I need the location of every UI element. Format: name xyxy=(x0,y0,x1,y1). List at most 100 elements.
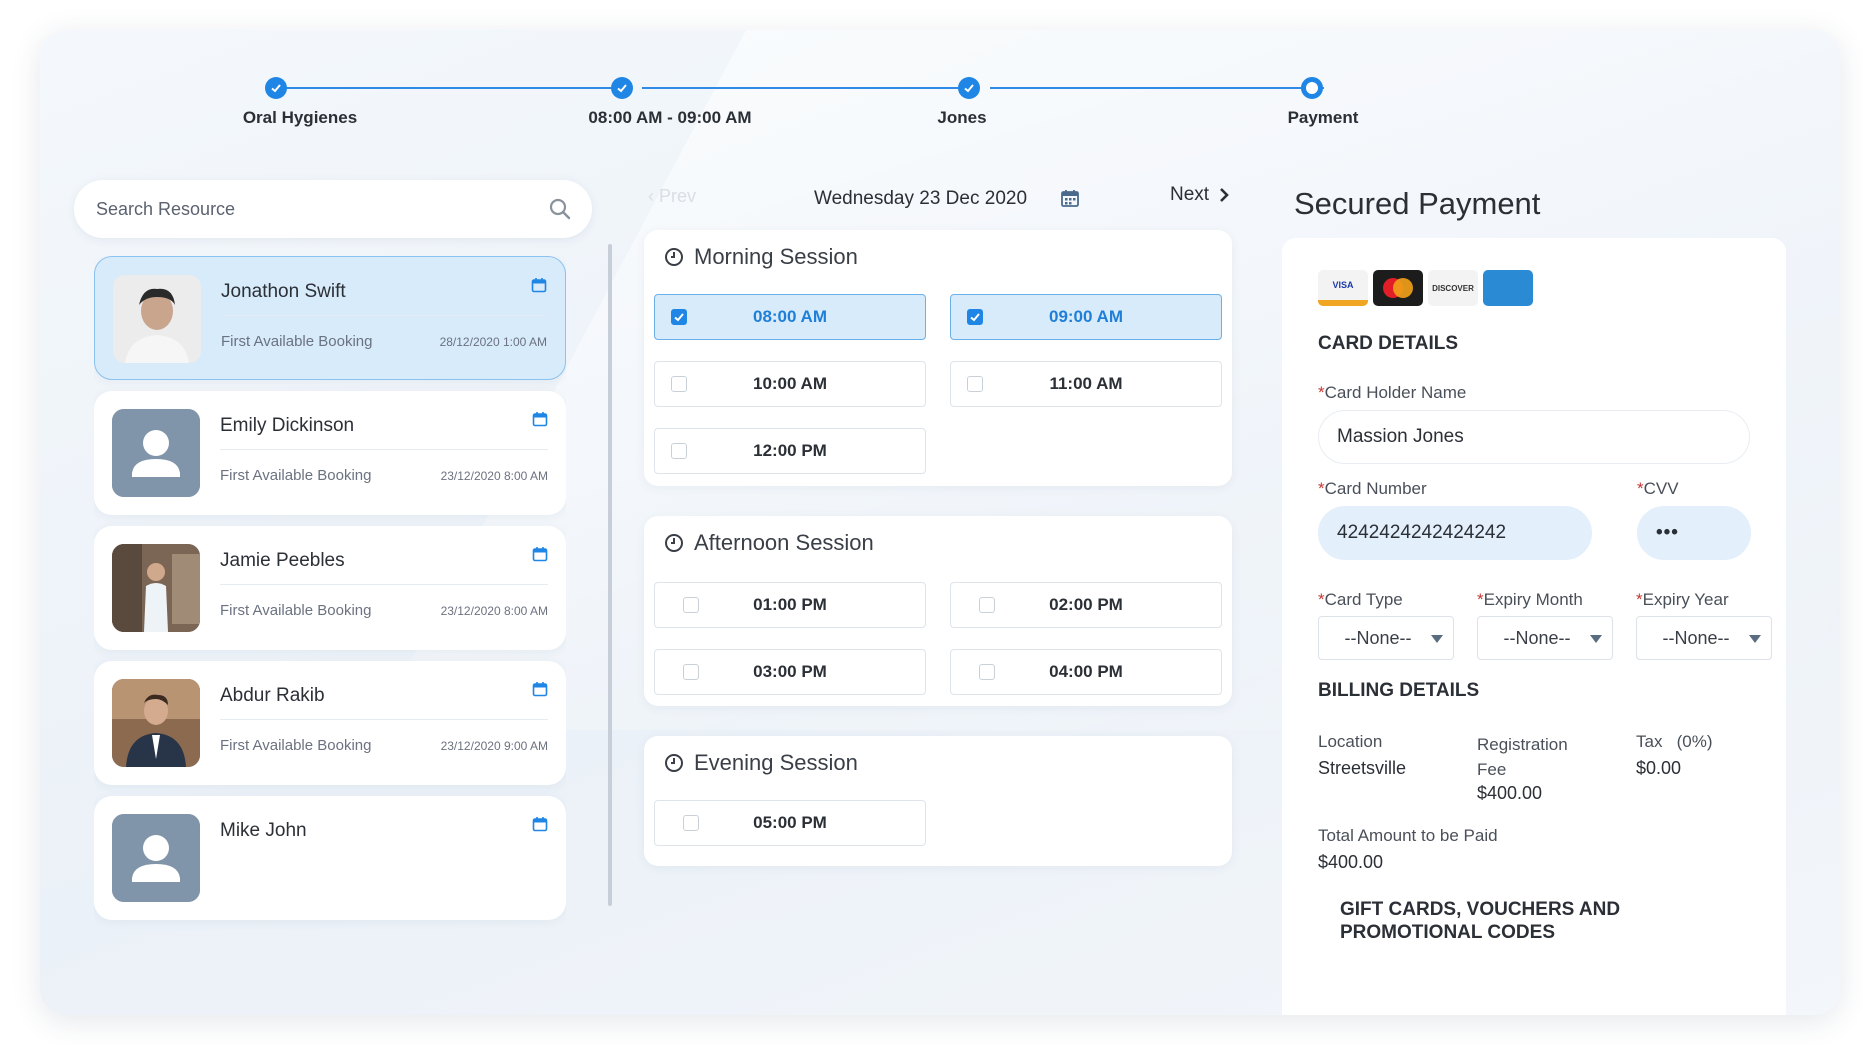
slot-checkbox[interactable] xyxy=(683,664,699,680)
resource-availability-date: 23/12/2020 9:00 AM xyxy=(440,739,548,753)
step-1-check-icon[interactable] xyxy=(265,77,287,99)
selected-date: Wednesday 23 Dec 2020 xyxy=(814,188,1028,209)
time-slot-0800am[interactable]: 08:00 AM xyxy=(654,294,926,340)
time-slot-0100pm[interactable]: 01:00 PM xyxy=(654,582,926,628)
step-label-time: 08:00 AM - 09:00 AM xyxy=(588,108,752,127)
time-slot-1000am[interactable]: 10:00 AM xyxy=(654,361,926,407)
next-button[interactable]: Next xyxy=(1170,184,1229,206)
card-holder-input[interactable]: Massion Jones xyxy=(1318,410,1750,464)
clock-icon xyxy=(665,534,683,552)
avatar xyxy=(113,275,201,363)
resource-card-emily-dickinson[interactable]: Emily Dickinson First Available Booking … xyxy=(94,391,566,515)
slot-time: 12:00 PM xyxy=(753,441,827,460)
calendar-icon[interactable] xyxy=(532,681,548,697)
slot-checkbox[interactable] xyxy=(683,597,699,613)
session-title: Afternoon Session xyxy=(664,530,874,556)
slot-time: 10:00 AM xyxy=(752,374,827,393)
divider xyxy=(220,584,548,585)
person-photo-icon xyxy=(113,275,201,363)
chevron-right-icon xyxy=(1220,188,1229,202)
expiry-year-label: *Expiry Year xyxy=(1636,590,1729,609)
resource-availability-label: First Available Booking xyxy=(220,467,372,484)
expiry-month-value: --None-- xyxy=(1503,627,1571,648)
slot-time: 02:00 PM xyxy=(1049,595,1123,614)
session-title: Evening Session xyxy=(664,750,858,776)
slot-checkbox[interactable] xyxy=(979,664,995,680)
resource-list-scrollbar[interactable] xyxy=(608,244,612,906)
step-3-check-icon[interactable] xyxy=(958,77,980,99)
session-title-text: Evening Session xyxy=(694,750,858,775)
avatar xyxy=(112,544,200,632)
card-number-label: *Card Number xyxy=(1318,479,1427,498)
expiry-month-select[interactable]: --None-- xyxy=(1477,616,1613,660)
time-slot-0300pm[interactable]: 03:00 PM xyxy=(654,649,926,695)
card-details-heading: CARD DETAILS xyxy=(1318,333,1459,354)
discover-logo-icon: DISCOVER xyxy=(1428,270,1478,306)
resource-name: Abdur Rakib xyxy=(220,685,325,706)
cvv-input[interactable]: ••• xyxy=(1637,506,1751,560)
time-slot-1100am[interactable]: 11:00 AM xyxy=(950,361,1222,407)
slot-time: 04:00 PM xyxy=(1049,662,1123,681)
billing-details-heading: BILLING DETAILS xyxy=(1318,680,1480,701)
calendar-icon[interactable] xyxy=(531,277,547,293)
session-title: Morning Session xyxy=(664,244,858,270)
card-type-label: *Card Type xyxy=(1318,590,1403,609)
person-photo-icon xyxy=(112,544,200,632)
calendar-icon[interactable] xyxy=(532,546,548,562)
resource-card-abdur-rakib[interactable]: Abdur Rakib First Available Booking 23/1… xyxy=(94,661,566,785)
slot-checkbox[interactable] xyxy=(967,309,983,325)
resource-availability-label: First Available Booking xyxy=(221,333,373,350)
chevron-down-icon xyxy=(1749,635,1761,643)
resource-card-jamie-peebles[interactable]: Jamie Peebles First Available Booking 23… xyxy=(94,526,566,650)
card-holder-label: *Card Holder Name xyxy=(1318,383,1467,402)
registration-fee-value: $400.00 xyxy=(1477,783,1543,803)
time-slot-1200pm[interactable]: 12:00 PM xyxy=(654,428,926,474)
slot-checkbox[interactable] xyxy=(671,309,687,325)
avatar xyxy=(112,679,200,767)
slot-time: 11:00 AM xyxy=(1049,374,1123,393)
tax-value: $0.00 xyxy=(1636,758,1682,778)
cvv-label: *CVV xyxy=(1637,479,1679,498)
slot-checkbox[interactable] xyxy=(979,597,995,613)
avatar xyxy=(112,409,200,497)
slot-checkbox[interactable] xyxy=(671,443,687,459)
calendar-icon[interactable] xyxy=(532,411,548,427)
gift-cards-heading[interactable]: GIFT CARDS, VOUCHERS AND PROMOTIONAL COD… xyxy=(1340,898,1640,944)
prev-button[interactable]: ‹ Prev xyxy=(648,186,696,207)
expiry-year-value: --None-- xyxy=(1662,627,1730,648)
user-placeholder-icon xyxy=(112,814,200,902)
slot-checkbox[interactable] xyxy=(671,376,687,392)
visa-logo-icon: VISA xyxy=(1318,270,1368,306)
step-label-payment: Payment xyxy=(1287,108,1359,127)
resource-availability-label: First Available Booking xyxy=(220,737,372,754)
slot-time: 05:00 PM xyxy=(753,813,827,832)
prev-label: Prev xyxy=(659,186,697,206)
search-input[interactable]: Search Resource xyxy=(74,180,592,238)
card-type-select[interactable]: --None-- xyxy=(1318,616,1454,660)
divider xyxy=(221,315,547,316)
resource-card-jonathon-swift[interactable]: Jonathon Swift First Available Booking 2… xyxy=(94,256,566,380)
resource-card-mike-john[interactable]: Mike John xyxy=(94,796,566,920)
time-slot-0900am[interactable]: 09:00 AM xyxy=(950,294,1222,340)
step-4-current-icon[interactable] xyxy=(1301,77,1323,99)
search-icon[interactable] xyxy=(548,197,572,221)
amex-logo-icon xyxy=(1483,270,1533,306)
time-slot-0400pm[interactable]: 04:00 PM xyxy=(950,649,1222,695)
resource-name: Mike John xyxy=(220,820,307,841)
resource-availability-date: 23/12/2020 8:00 AM xyxy=(440,604,548,618)
avatar xyxy=(112,814,200,902)
slot-time: 08:00 AM xyxy=(752,307,827,326)
session-title-text: Afternoon Session xyxy=(694,530,874,555)
calendar-icon[interactable] xyxy=(532,816,548,832)
time-slot-0200pm[interactable]: 02:00 PM xyxy=(950,582,1222,628)
slot-checkbox[interactable] xyxy=(967,376,983,392)
slot-checkbox[interactable] xyxy=(683,815,699,831)
accepted-cards: VISA DISCOVER xyxy=(1318,270,1533,306)
expiry-year-select[interactable]: --None-- xyxy=(1636,616,1772,660)
card-number-input[interactable]: 4242424242424242 xyxy=(1318,506,1592,560)
progress-stepper: Oral Hygienes 08:00 AM - 09:00 AM Jones … xyxy=(40,30,1840,160)
calendar-icon[interactable] xyxy=(1060,188,1080,208)
time-slot-0500pm[interactable]: 05:00 PM xyxy=(654,800,926,846)
step-2-check-icon[interactable] xyxy=(611,77,633,99)
session-title-text: Morning Session xyxy=(694,244,858,269)
